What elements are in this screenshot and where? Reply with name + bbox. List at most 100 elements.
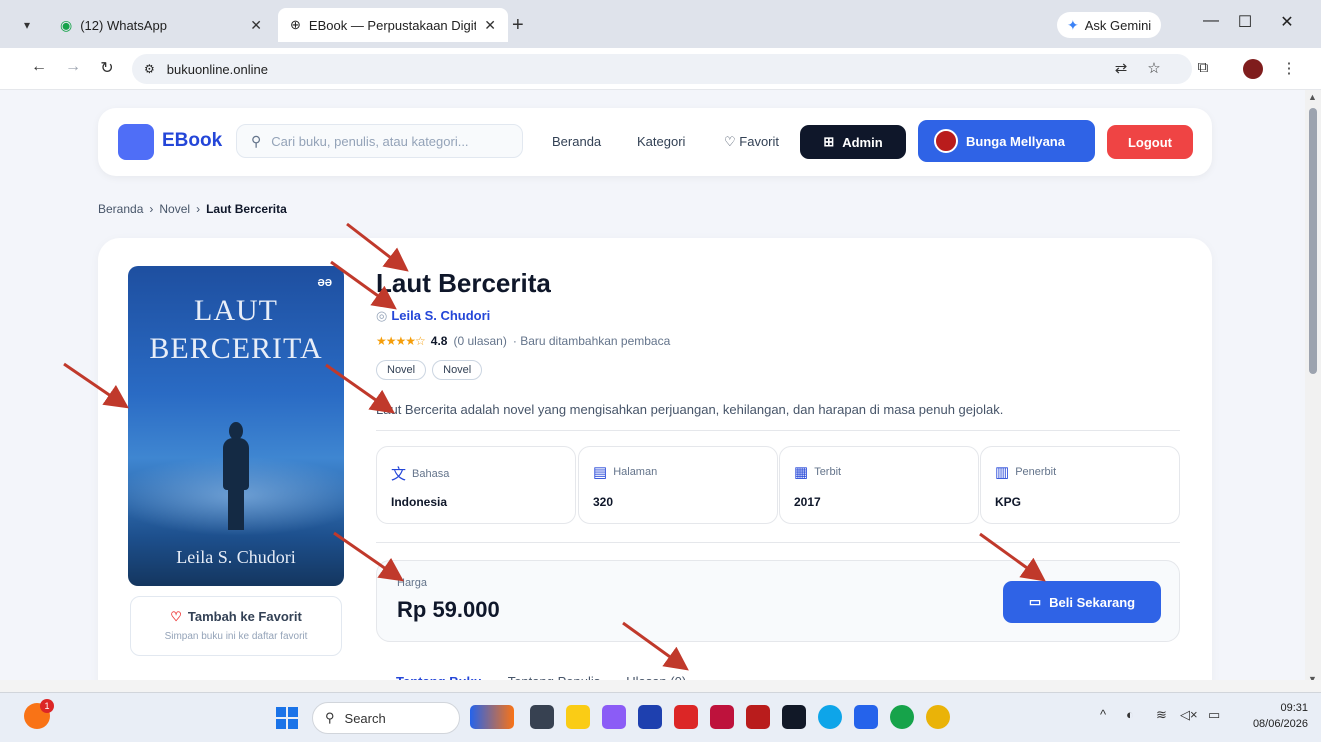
cover-title-line-2: BERCERITA bbox=[149, 332, 323, 365]
minimize-icon[interactable]: — bbox=[1196, 12, 1226, 30]
card-icon: ▭ bbox=[1028, 594, 1042, 609]
book-author-link[interactable]: ◎ Leila S. Chudori bbox=[376, 308, 490, 324]
search-icon: ⚲ bbox=[325, 710, 335, 725]
gemini-label: Ask Gemini bbox=[1084, 17, 1152, 33]
dropbox-icon[interactable] bbox=[782, 705, 806, 729]
maximize-icon[interactable]: ☐ bbox=[1230, 12, 1260, 32]
cover-title-line-1: LAUT bbox=[194, 294, 278, 327]
ask-gemini-button[interactable]: ✦ Ask Gemini bbox=[1057, 12, 1162, 38]
window-close-icon[interactable]: ✕ bbox=[1272, 12, 1302, 32]
calendar-icon: ▦ bbox=[794, 464, 809, 481]
page-viewport: EBook ⚲ Cari buku, penulis, atau kategor… bbox=[0, 90, 1321, 692]
close-icon[interactable]: ✕ bbox=[250, 17, 262, 34]
review-count: (0 ulasan) bbox=[453, 334, 507, 348]
breadcrumb-item-novel[interactable]: Novel bbox=[159, 202, 190, 216]
word-icon[interactable] bbox=[854, 705, 878, 729]
forward-icon[interactable]: → bbox=[62, 58, 84, 76]
info-value: Indonesia bbox=[391, 495, 448, 509]
add-to-favorite-button[interactable]: ♡ Tambah ke Favorit Simpan buku ini ke da… bbox=[130, 596, 342, 656]
favorite-hint: Simpan buku ini ke daftar favorit bbox=[164, 631, 308, 642]
edge-icon[interactable] bbox=[818, 705, 842, 729]
windows-start-icon[interactable] bbox=[276, 707, 298, 729]
logo-icon[interactable] bbox=[118, 124, 154, 160]
tab-ebook[interactable]: ⊕ EBook — Perpustakaan Digital ✕ bbox=[278, 8, 508, 42]
globe-icon: ⊕ bbox=[290, 17, 301, 32]
widget-icon[interactable]: 1 bbox=[24, 699, 54, 729]
copilot-icon[interactable] bbox=[602, 705, 626, 729]
price-box: Harga Rp 59.000 ▭ Beli Sekarang bbox=[376, 560, 1180, 642]
buy-label: Beli Sekarang bbox=[1049, 594, 1136, 610]
extensions-icon[interactable]: ⧉ bbox=[1192, 59, 1214, 76]
grid-icon: ⊞ bbox=[823, 134, 835, 149]
mcafee-icon[interactable] bbox=[710, 705, 734, 729]
nav-link-kategori[interactable]: Kategori bbox=[637, 134, 685, 149]
menu-kebab-icon[interactable]: ⋮ bbox=[1278, 59, 1300, 77]
tray-chevron-up-icon[interactable]: ^ bbox=[1100, 707, 1106, 722]
tray-app-icon[interactable]: ◐ bbox=[1126, 707, 1134, 722]
chrome-icon[interactable] bbox=[890, 705, 914, 729]
l-app-icon[interactable] bbox=[674, 705, 698, 729]
file-explorer-icon[interactable] bbox=[566, 705, 590, 729]
close-icon[interactable]: ✕ bbox=[484, 17, 496, 34]
page-scrollbar[interactable]: ▲ ▼ bbox=[1305, 90, 1321, 686]
info-card-halaman: ▤ Halaman 320 bbox=[578, 446, 778, 524]
search-input[interactable]: ⚲ Cari buku, penulis, atau kategori... bbox=[236, 124, 523, 158]
divider bbox=[376, 430, 1180, 431]
translate-icon: 文 bbox=[391, 466, 407, 483]
url-bar[interactable]: ⚙ bukuonline.online bbox=[132, 54, 1192, 84]
info-card-terbit: ▦ Terbit 2017 bbox=[779, 446, 979, 524]
admin-button[interactable]: ⊞ Admin bbox=[800, 125, 906, 159]
chrome-profile-icon[interactable] bbox=[926, 705, 950, 729]
wifi-icon[interactable]: ≋ bbox=[1156, 707, 1167, 723]
windows-taskbar: 1 ⚲ Search ^ ◐ ≋ ◁× ▭ 09:31 08/06/2026 bbox=[0, 692, 1321, 742]
site-info-icon[interactable]: ⚙ bbox=[144, 62, 155, 76]
clock-time: 09:31 bbox=[1280, 702, 1308, 714]
category-tag[interactable]: Novel bbox=[376, 360, 427, 380]
task-view-icon[interactable] bbox=[530, 705, 554, 729]
battery-icon[interactable]: ▭ bbox=[1208, 707, 1220, 723]
volume-mute-icon[interactable]: ◁× bbox=[1180, 707, 1198, 723]
info-label: Halaman bbox=[613, 466, 658, 478]
nav-link-favorit[interactable]: ♡ Favorit bbox=[724, 134, 779, 150]
taskbar-search-input[interactable]: ⚲ Search bbox=[312, 702, 460, 734]
user-profile-button[interactable]: Bunga Mellyana bbox=[918, 120, 1095, 162]
logout-button[interactable]: Logout bbox=[1107, 125, 1193, 159]
price-label: Harga bbox=[397, 577, 427, 589]
reload-icon[interactable]: ↻ bbox=[96, 58, 118, 78]
scrollbar-thumb[interactable] bbox=[1309, 108, 1317, 374]
tab-search-menu-icon[interactable]: ▾ bbox=[16, 14, 38, 36]
category-tag[interactable]: Novel bbox=[432, 360, 483, 380]
info-value: 320 bbox=[593, 495, 614, 509]
new-tab-button[interactable]: + bbox=[512, 14, 524, 37]
bing-icon[interactable] bbox=[470, 705, 514, 729]
rating-value: 4.8 bbox=[430, 334, 448, 348]
price-value: Rp 59.000 bbox=[397, 597, 500, 622]
translate-page-icon[interactable]: ⇄ bbox=[1110, 59, 1132, 77]
buy-now-button[interactable]: ▭ Beli Sekarang bbox=[1003, 581, 1161, 623]
info-value: 2017 bbox=[794, 495, 821, 509]
breadcrumb-item-beranda[interactable]: Beranda bbox=[98, 202, 143, 216]
netflix-icon[interactable] bbox=[746, 705, 770, 729]
user-circle-icon: ◎ bbox=[376, 308, 388, 323]
cover-figure-legs bbox=[228, 488, 244, 530]
book-detail-card: ƏƏ LAUT BERCERITA Leila S. Chudori ♡ Tamb… bbox=[98, 238, 1212, 692]
scroll-up-icon[interactable]: ▲ bbox=[1308, 92, 1317, 102]
info-label: Terbit bbox=[814, 466, 842, 478]
site-navbar: EBook ⚲ Cari buku, penulis, atau kategor… bbox=[98, 108, 1212, 176]
admin-label: Admin bbox=[842, 134, 883, 150]
bookmark-star-icon[interactable]: ☆ bbox=[1143, 59, 1165, 77]
nav-favorit-label: Favorit bbox=[739, 134, 780, 149]
tab-whatsapp[interactable]: ◉ (12) WhatsApp ✕ bbox=[48, 8, 274, 42]
document-icon: ▤ bbox=[593, 464, 608, 481]
breadcrumb-current: Laut Bercerita bbox=[206, 202, 287, 216]
heart-icon: ♡ bbox=[724, 134, 736, 149]
profile-avatar[interactable] bbox=[1243, 59, 1263, 79]
system-clock[interactable]: 09:31 08/06/2026 bbox=[1244, 700, 1308, 732]
store-icon[interactable] bbox=[638, 705, 662, 729]
heart-icon: ♡ bbox=[170, 609, 182, 624]
cover-author: Leila S. Chudori bbox=[176, 547, 296, 567]
author-name: Leila S. Chudori bbox=[391, 308, 491, 323]
site-logo-text[interactable]: EBook bbox=[162, 130, 222, 152]
back-icon[interactable]: ← bbox=[28, 58, 50, 76]
nav-link-beranda[interactable]: Beranda bbox=[552, 134, 601, 149]
